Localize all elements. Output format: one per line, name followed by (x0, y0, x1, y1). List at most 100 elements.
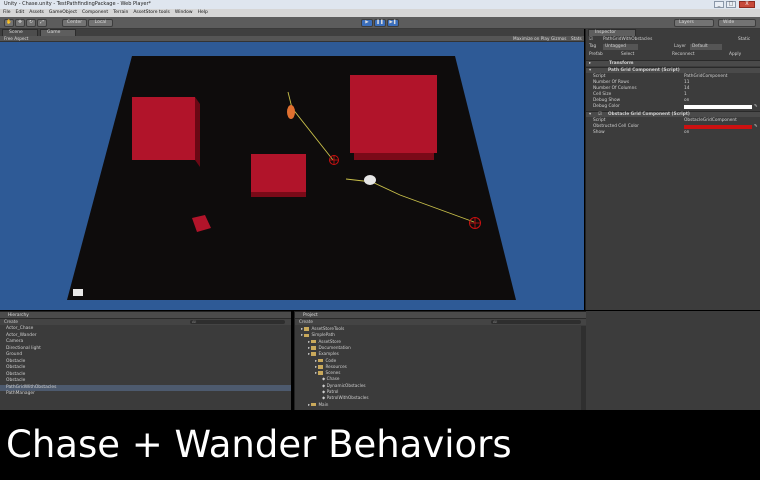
project-item-label: AssetStore (318, 338, 341, 344)
hierarchy-item[interactable]: Ground (6, 352, 22, 358)
create-dropdown[interactable]: Create (4, 319, 18, 324)
maximize-button[interactable]: □ (726, 1, 736, 8)
hierarchy-item[interactable]: Obstacle (6, 378, 25, 384)
empty-dock-area (586, 311, 760, 410)
tab-scene[interactable]: Scene (2, 29, 38, 36)
pause-icon: ❚❚ (376, 20, 384, 25)
tag-dropdown[interactable]: Untagged (603, 44, 639, 50)
path-grid-component-header[interactable]: ▾ Path Grid Component (Script) (586, 67, 760, 73)
tab-hierarchy[interactable]: Hierarchy (0, 312, 291, 319)
project-folder-item[interactable]: ▸ Main (308, 402, 328, 408)
tab-game[interactable]: Game (40, 29, 76, 36)
static-checkbox[interactable]: Static (738, 37, 750, 43)
project-item-label: Patrol (326, 389, 339, 394)
tag-label: Tag (589, 44, 597, 49)
prefab-reconnect-button[interactable]: Reconnect (672, 52, 695, 58)
hierarchy-item-selected[interactable]: PathGridWithObstacles (0, 384, 291, 391)
transform-header[interactable]: ▸ Transform (586, 60, 760, 66)
menu-help[interactable]: Help (198, 9, 208, 17)
step-button[interactable]: ▶❚ (387, 19, 399, 27)
scale-tool-button[interactable]: ⤢ (37, 19, 47, 27)
project-item-label: Scenes (325, 370, 341, 376)
wander-target-marker (469, 217, 481, 229)
obstacle-grid-component-header[interactable]: ▾ ☑ Obstacle Grid Component (Script) (586, 111, 760, 117)
scale-icon: ⤢ (40, 20, 44, 25)
step-icon: ▶❚ (389, 20, 397, 25)
move-icon: ✥ (18, 20, 22, 25)
menu-component[interactable]: Component (82, 9, 108, 17)
stats-overlay (73, 289, 83, 296)
create-dropdown[interactable]: Create (299, 319, 313, 324)
pause-button[interactable]: ❚❚ (374, 19, 386, 27)
menu-window[interactable]: Window (175, 9, 193, 17)
wander-actor (364, 175, 376, 185)
rotate-tool-button[interactable]: ↻ (26, 19, 36, 27)
menu-assetstore-tools[interactable]: AssetStore tools (133, 9, 170, 17)
prefab-label: Prefab (589, 52, 603, 57)
hierarchy-item[interactable]: Camera (6, 339, 23, 345)
project-search-input[interactable]: All (491, 320, 581, 324)
hierarchy-item[interactable]: Directional light (6, 346, 41, 352)
main-toolbar: ✋ ✥ ↻ ⤢ Center Local ▶ ❚❚ ▶❚ Layers Wide (0, 17, 760, 29)
menu-gameobject[interactable]: GameObject (49, 9, 77, 17)
show-checkbox[interactable]: on (684, 130, 689, 136)
hand-tool-button[interactable]: ✋ (4, 19, 14, 27)
play-button[interactable]: ▶ (361, 19, 373, 27)
debug-color-swatch[interactable] (684, 105, 752, 109)
game-scene-render (67, 56, 516, 300)
menu-terrain[interactable]: Terrain (113, 9, 128, 17)
project-item-label: Chase (326, 376, 340, 382)
hierarchy-item[interactable]: PathManager (6, 391, 35, 397)
object-name-field[interactable]: PathGridWithObstacles (603, 37, 652, 43)
folder-icon (318, 358, 324, 363)
folder-icon (304, 333, 310, 338)
menu-file[interactable]: File (3, 9, 11, 17)
play-icon: ▶ (365, 20, 369, 25)
video-caption: Chase + Wander Behaviors (0, 410, 760, 480)
project-panel: Project Create All ▸ AssetStoreTools ▸ Si… (294, 311, 586, 411)
layer-dropdown[interactable]: Default (690, 44, 722, 50)
field-label: Debug Color (593, 104, 620, 109)
minimize-button[interactable]: _ (714, 1, 724, 8)
close-button[interactable]: X (739, 1, 755, 8)
pivot-center-button[interactable]: Center (62, 19, 87, 27)
rotate-icon: ↻ (29, 20, 33, 25)
obstructed-color-swatch[interactable] (684, 125, 752, 129)
hierarchy-item[interactable]: Obstacle (6, 359, 25, 365)
project-item-label: Documentation (318, 344, 351, 350)
hierarchy-search-input[interactable]: All (190, 320, 285, 324)
project-scene-item[interactable]: ◆ PatrolWithObstacles (322, 395, 369, 401)
hand-icon: ✋ (6, 20, 12, 25)
move-tool-button[interactable]: ✥ (15, 19, 25, 27)
project-item-label: Code (325, 357, 337, 363)
layer-label: Layer (674, 44, 686, 49)
project-item-label: Examples (318, 351, 339, 357)
menu-edit[interactable]: Edit (16, 9, 25, 17)
active-checkbox[interactable]: ☑ (589, 37, 593, 43)
project-item-label: Resources (325, 363, 347, 369)
eyedropper-icon[interactable]: ✎ (754, 104, 758, 110)
chase-actor (287, 105, 295, 119)
prefab-apply-button[interactable]: Apply (729, 52, 741, 58)
pivot-local-button[interactable]: Local (88, 19, 113, 27)
folder-icon (318, 371, 324, 375)
obstacle-side (354, 153, 434, 160)
hierarchy-item[interactable]: Obstacle (6, 365, 25, 371)
layers-dropdown[interactable]: Layers (674, 19, 714, 27)
hierarchy-item[interactable]: Obstacle (6, 372, 25, 378)
hierarchy-item[interactable]: Actor_Wander (6, 333, 37, 339)
window-title-bar: Unity - Chase.unity - TestPathfindingPac… (0, 0, 760, 9)
menu-assets[interactable]: Assets (29, 9, 44, 17)
obstacle (132, 97, 195, 160)
tab-inspector[interactable]: Inspector (588, 29, 636, 36)
tab-project[interactable]: Project (295, 312, 586, 319)
prefab-select-button[interactable]: Select (621, 52, 634, 58)
project-item-label: DynamicObstacles (326, 382, 366, 388)
hierarchy-item[interactable]: Actor_Chase (6, 326, 33, 332)
game-viewport[interactable] (0, 42, 584, 310)
chase-target-marker (329, 155, 339, 165)
project-item-label: PatrolWithObstacles (326, 395, 369, 401)
layout-dropdown[interactable]: Wide (718, 19, 756, 27)
folder-icon (318, 365, 324, 369)
inspector-panel: Inspector ☑ PathGridWithObstacles Static… (585, 29, 760, 310)
